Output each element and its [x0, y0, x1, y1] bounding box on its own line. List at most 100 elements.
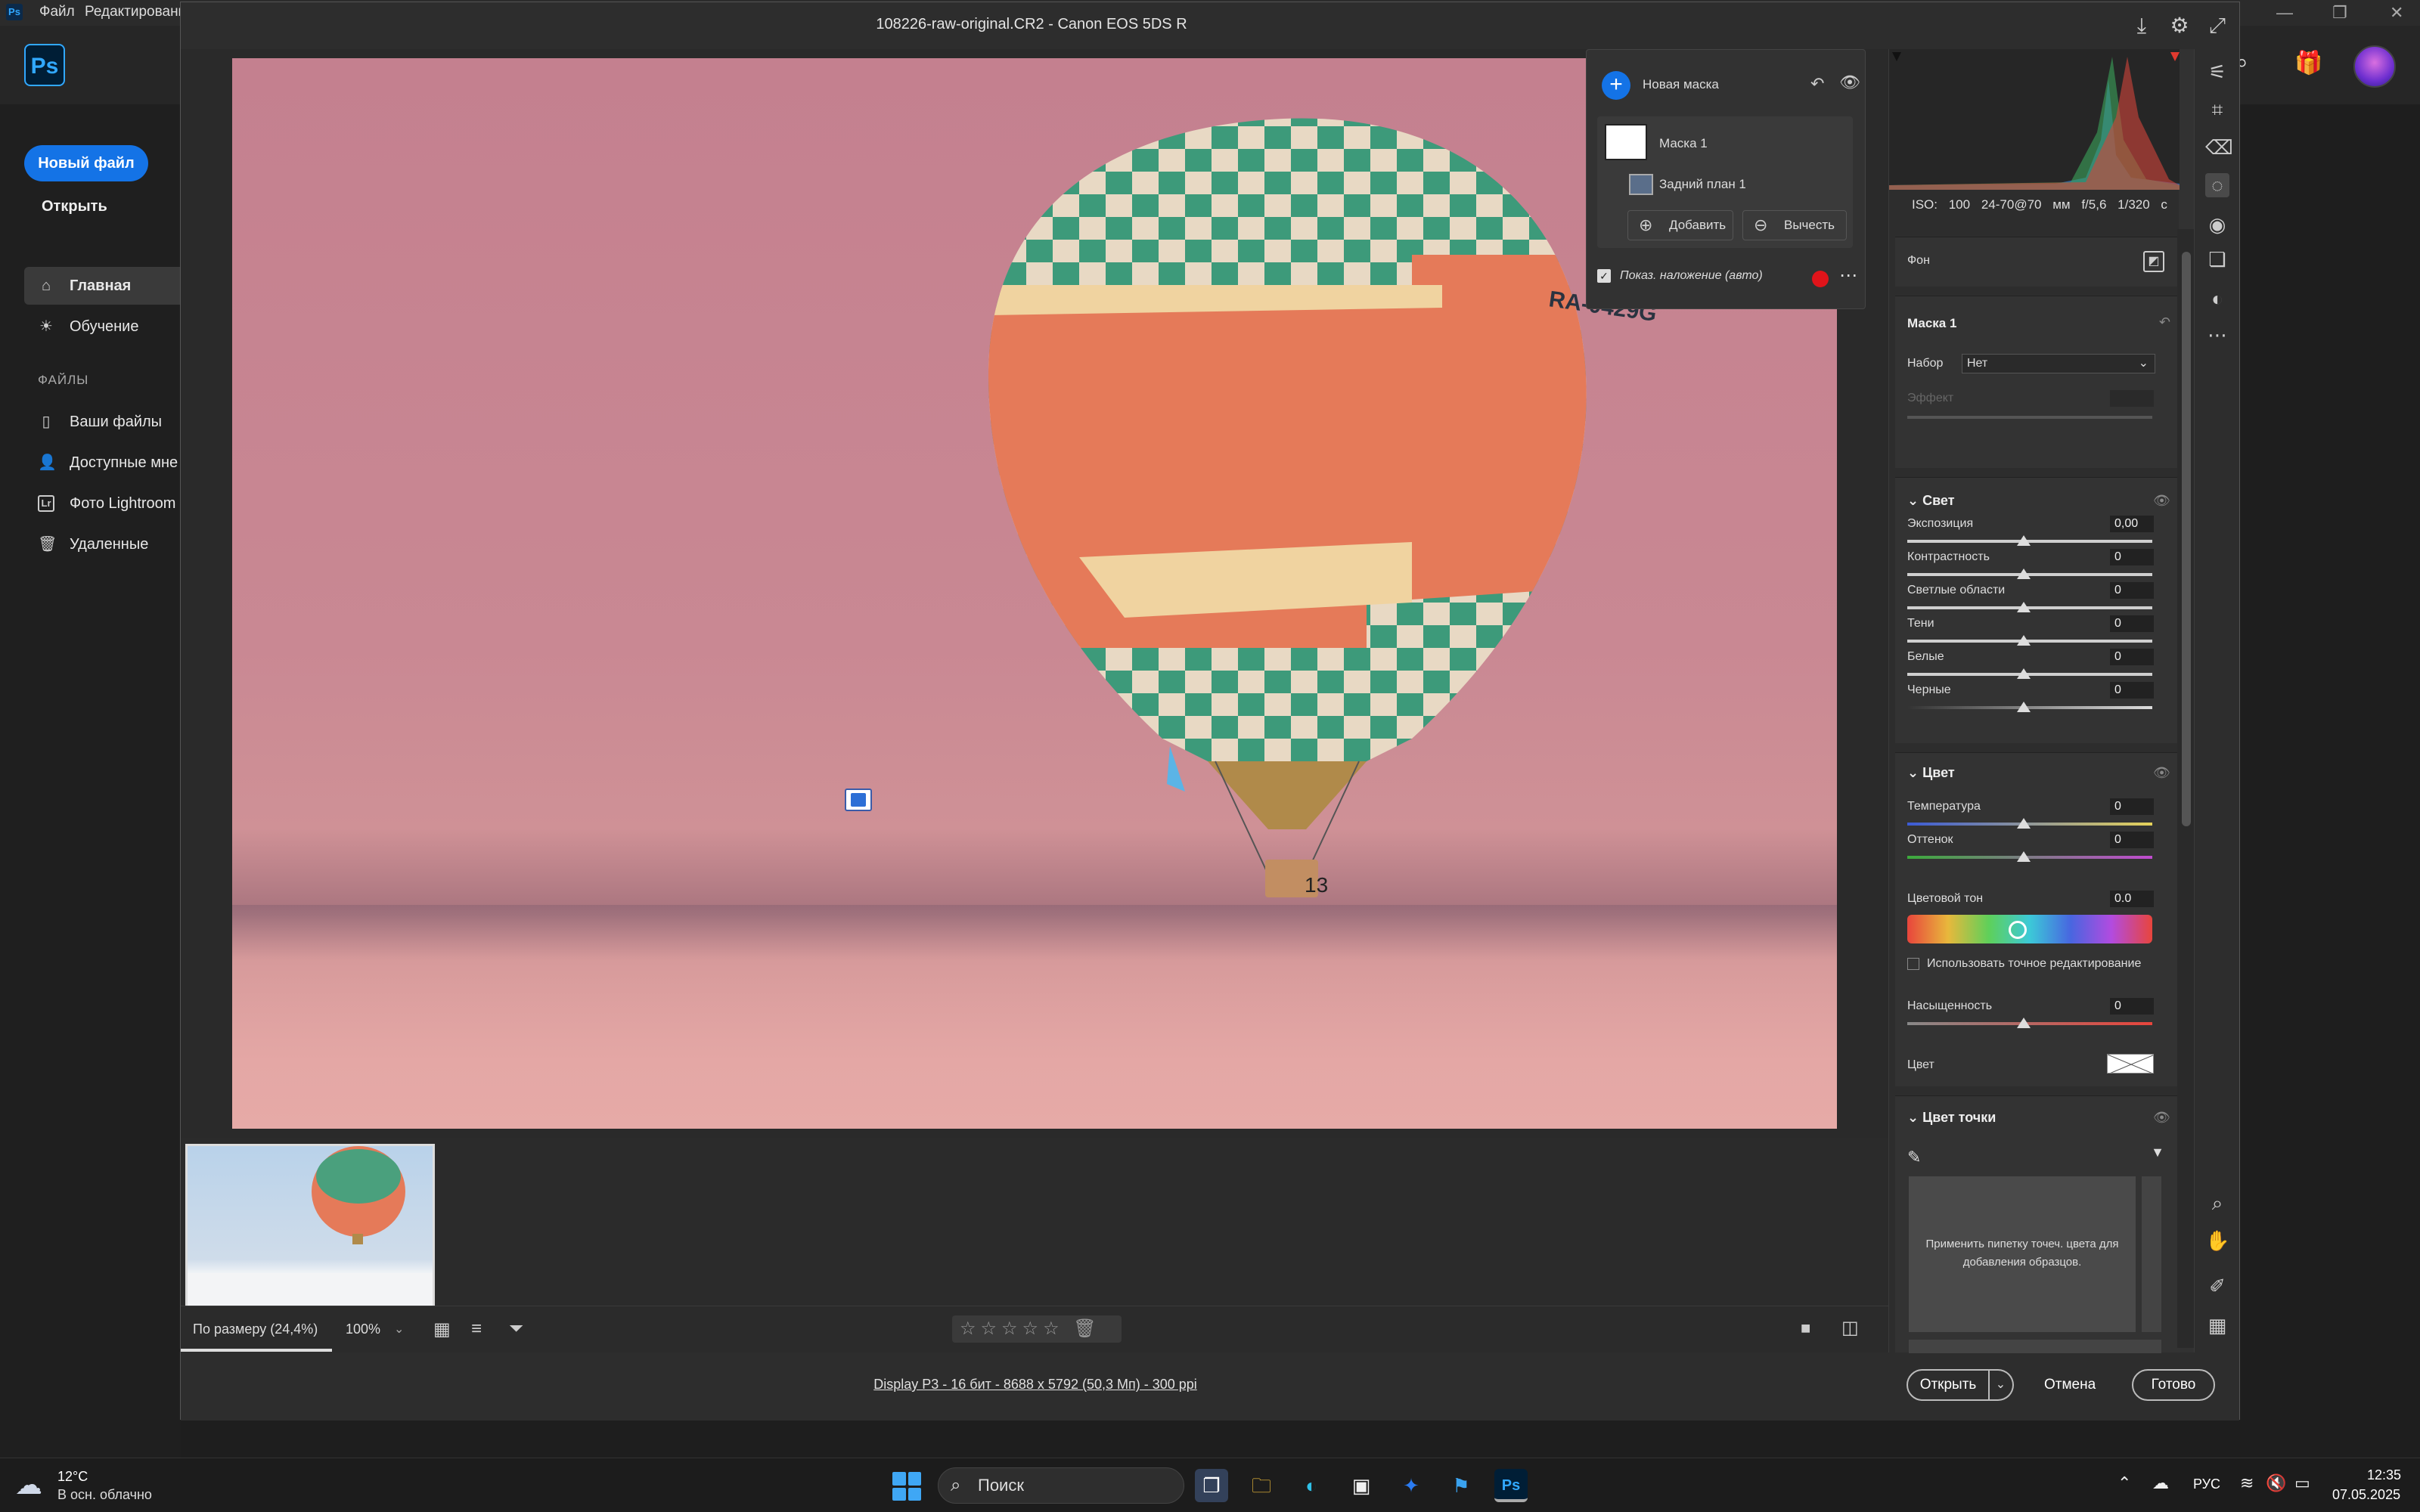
- eyedropper-icon[interactable]: ✎: [1907, 1148, 1921, 1167]
- light-slider-value-5[interactable]: 0: [2110, 682, 2154, 699]
- task-view-icon[interactable]: ❐: [1195, 1469, 1228, 1502]
- light-slider-value-4[interactable]: 0: [2110, 649, 2154, 665]
- filmstrip-thumbnail[interactable]: [185, 1144, 435, 1310]
- light-eye-icon[interactable]: 👁: [2153, 493, 2170, 509]
- zoom-dropdown-icon[interactable]: ⌄: [394, 1321, 404, 1337]
- restore-icon[interactable]: ❐: [2332, 3, 2347, 23]
- store-icon[interactable]: ▣: [1345, 1469, 1378, 1502]
- color-sampler-icon[interactable]: ✐: [2205, 1274, 2229, 1298]
- color-section-toggle[interactable]: ⌄ Цвет: [1907, 765, 1955, 781]
- new-file-button[interactable]: Новый файл: [24, 145, 148, 181]
- light-section-toggle[interactable]: ⌄ Свет: [1907, 493, 1955, 509]
- light-slider-handle-0[interactable]: [2017, 535, 2031, 546]
- sidebar-item-shared[interactable]: 👤 Доступные мне: [24, 444, 182, 482]
- reset-mask-icon[interactable]: ↶: [2159, 314, 2170, 330]
- photoshop-taskbar-icon[interactable]: Ps: [1494, 1469, 1528, 1502]
- eye-icon[interactable]: 👁: [1839, 73, 1860, 92]
- save-icon[interactable]: ⤓: [2129, 13, 2155, 39]
- cancel-button[interactable]: Отмена: [2044, 1377, 2096, 1393]
- gear-icon[interactable]: ⚙: [2167, 13, 2192, 39]
- point-color-eye-icon[interactable]: 👁: [2153, 1110, 2170, 1126]
- file-explorer-icon[interactable]: 🗀: [1245, 1469, 1278, 1502]
- sidebar-item-learn[interactable]: ☀ Обучение: [24, 308, 182, 345]
- sidebar-item-lightroom[interactable]: Lr Фото Lightroom: [24, 485, 182, 522]
- overlay-checkbox[interactable]: ✓: [1597, 269, 1611, 283]
- edit-sliders-icon[interactable]: ⚟: [2205, 60, 2229, 84]
- mask-item-1[interactable]: Маска 1: [1659, 136, 1708, 151]
- battery-icon[interactable]: ▭: [2294, 1473, 2310, 1493]
- masking-icon[interactable]: ◌: [2205, 173, 2229, 197]
- presets-icon[interactable]: ❏: [2205, 247, 2229, 271]
- light-slider-handle-5[interactable]: [2017, 702, 2031, 712]
- wifi-icon[interactable]: ≋: [2240, 1473, 2254, 1493]
- open-options-chevron-icon[interactable]: ⌄: [1988, 1369, 2014, 1401]
- fullscreen-icon[interactable]: ⤢: [2204, 13, 2230, 39]
- new-mask-plus-icon[interactable]: +: [1602, 71, 1630, 100]
- scroll-thumb[interactable]: [2182, 252, 2191, 826]
- menu-file[interactable]: Файл: [39, 4, 75, 20]
- volume-muted-icon[interactable]: 🔇: [2266, 1473, 2286, 1493]
- background-row[interactable]: Фон ◩: [1895, 237, 2180, 287]
- overlay-toggle[interactable]: ✓ Показ. наложение (авто): [1597, 269, 1763, 283]
- point-color-toggle[interactable]: ⌄ Цвет точки: [1907, 1110, 1996, 1126]
- tray-chevron-up-icon[interactable]: ⌃: [2118, 1473, 2131, 1493]
- fine-adjust-option[interactable]: Использовать точное редактирование: [1907, 957, 2141, 971]
- done-button[interactable]: Готово: [2132, 1369, 2215, 1401]
- tint-value[interactable]: 0: [2110, 832, 2154, 848]
- add-to-mask-button[interactable]: ⊕ Добавить: [1627, 210, 1733, 240]
- dropbox-icon[interactable]: ✦: [1395, 1469, 1428, 1502]
- zoom-tool-icon[interactable]: ⌕: [2205, 1191, 2229, 1215]
- single-view-icon[interactable]: ■: [1801, 1318, 1810, 1338]
- weather-temperature[interactable]: 12°C: [57, 1469, 88, 1485]
- temperature-handle[interactable]: [2017, 818, 2031, 829]
- eraser-icon[interactable]: ⌫: [2205, 135, 2233, 160]
- close-icon[interactable]: ✕: [2390, 3, 2403, 23]
- saturation-value[interactable]: 0: [2110, 998, 2154, 1015]
- hue-slider[interactable]: [1907, 915, 2152, 943]
- taskbar-search[interactable]: ⌕ Поиск: [938, 1467, 1184, 1504]
- filmstrip-view-icon[interactable]: ▦: [433, 1318, 451, 1340]
- tint-handle[interactable]: [2017, 851, 2031, 862]
- cloud-icon[interactable]: ☁: [15, 1469, 42, 1501]
- fine-adjust-checkbox[interactable]: [1907, 957, 1919, 970]
- red-eye-icon[interactable]: ◉: [2205, 212, 2229, 237]
- overlay-color-swatch[interactable]: [1812, 271, 1829, 287]
- sidebar-item-your-files[interactable]: ▯ Ваши файлы: [24, 403, 182, 441]
- clock-time[interactable]: 12:35: [2367, 1467, 2401, 1483]
- preset-select[interactable]: Нет ⌄: [1962, 354, 2155, 373]
- edit-panel-scrollbar[interactable]: [2177, 229, 2194, 1348]
- gift-icon[interactable]: 🎁: [2294, 50, 2322, 76]
- background-toggle-icon[interactable]: ◩: [2143, 251, 2164, 272]
- point-color-menu-icon[interactable]: ▼: [2151, 1145, 2164, 1160]
- hand-tool-icon[interactable]: ✋: [2205, 1228, 2229, 1253]
- windows-start-icon[interactable]: [892, 1472, 921, 1501]
- subtract-from-mask-button[interactable]: ⊖ Вычесть: [1742, 210, 1847, 240]
- hue-value[interactable]: 0.0: [2110, 891, 2154, 907]
- minimize-icon[interactable]: —: [2276, 3, 2293, 23]
- canvas-area[interactable]: 13 RA-0429G + Новая маска ↶ 👁 Маска 1 За…: [181, 49, 1890, 1138]
- temperature-value[interactable]: 0: [2110, 798, 2154, 815]
- mask-thumbnail[interactable]: [1605, 124, 1647, 160]
- star-rating[interactable]: ☆☆☆☆☆ 🗑: [952, 1315, 1122, 1343]
- delete-icon[interactable]: 🗑: [1073, 1318, 1100, 1339]
- weather-description[interactable]: В осн. облачно: [57, 1487, 152, 1503]
- sort-icon[interactable]: ≡: [471, 1318, 482, 1340]
- light-slider-handle-2[interactable]: [2017, 602, 2031, 612]
- open-image-button[interactable]: Открыть: [1907, 1369, 1990, 1401]
- clock-date[interactable]: 07.05.2025: [2332, 1487, 2400, 1503]
- workflow-options-link[interactable]: Display P3 - 16 бит - 8688 x 5792 (50,3 …: [181, 1377, 1890, 1393]
- reset-icon[interactable]: ↶: [1810, 74, 1824, 94]
- mask-item-background[interactable]: Задний план 1: [1659, 177, 1746, 192]
- sidebar-item-home[interactable]: ⌂ Главная: [24, 267, 182, 305]
- hue-handle[interactable]: [2009, 921, 2027, 939]
- language-indicator[interactable]: РУС: [2193, 1476, 2220, 1492]
- crop-icon[interactable]: ⌗: [2205, 98, 2229, 122]
- fit-zoom-button[interactable]: По размеру (24,4%): [193, 1321, 318, 1337]
- avatar[interactable]: [2353, 45, 2396, 88]
- cloud-tray-icon[interactable]: ☁: [2152, 1473, 2169, 1493]
- menu-edit[interactable]: Редактировани: [85, 4, 186, 20]
- open-file-link[interactable]: Открыть: [42, 198, 107, 215]
- light-slider-handle-1[interactable]: [2017, 569, 2031, 579]
- light-slider-value-3[interactable]: 0: [2110, 615, 2154, 632]
- saturation-handle[interactable]: [2017, 1018, 2031, 1028]
